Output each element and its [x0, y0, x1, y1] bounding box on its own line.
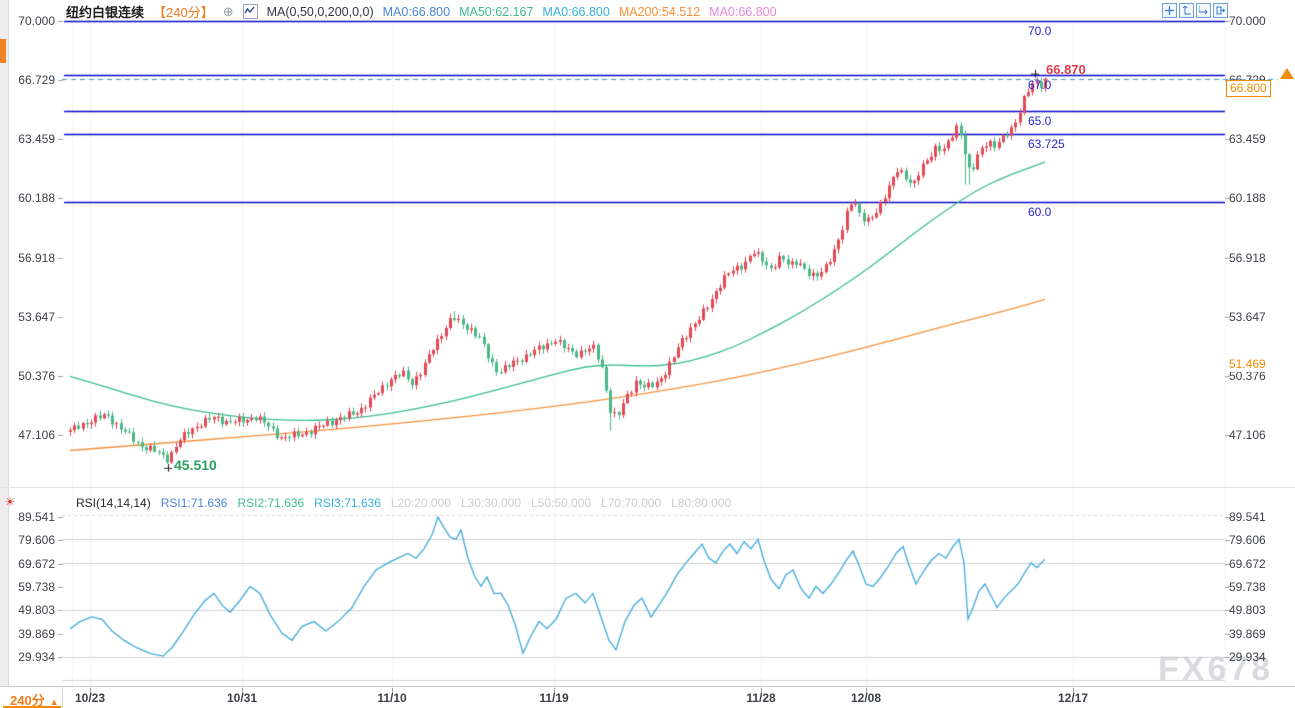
date-tick [554, 688, 555, 693]
price-axis-label-right: 63.459 [1229, 132, 1266, 146]
rsi-l70-label: L70:70.000 [601, 496, 661, 510]
rsi3-value: RSI3:71.636 [314, 496, 381, 510]
symbol-title: 纽约白银连续 [66, 2, 144, 21]
rsi2-value: RSI2:71.636 [237, 496, 304, 510]
date-tick [242, 688, 243, 693]
crosshair-icon[interactable] [1162, 3, 1177, 18]
period-label: 【240分】 [153, 2, 214, 21]
chart-header: 纽约白银连续 【240分】 ⊕ MA(0,50,0,200,0,0) MA0:6… [66, 2, 777, 21]
indicator-icon[interactable] [243, 4, 258, 19]
date-tick [1073, 688, 1074, 693]
ma-settings-label[interactable]: MA(0,50,0,200,0,0) [267, 5, 374, 19]
price-axis-label-left: 60.188 [0, 191, 55, 205]
chart-application: FX678 ☀ 纽约白银连续 【240分】 ⊕ MA(0,50,0,200,0,… [0, 0, 1295, 708]
rsi-axis-label-right: 69.672 [1229, 557, 1266, 571]
scale-right-axis-icon[interactable] [1196, 3, 1211, 18]
rsi-axis-label-left: 39.869 [0, 627, 55, 641]
rsi-axis-label-right: 59.738 [1229, 580, 1266, 594]
price-axis-label-right: 47.106 [1229, 428, 1266, 442]
date-axis-label: 12/17 [1058, 691, 1088, 705]
axis-divider [62, 687, 63, 708]
date-axis-label: 11/19 [539, 691, 568, 705]
rsi-settings-label[interactable]: RSI(14,14,14) [76, 496, 151, 510]
date-axis-label: 11/28 [746, 691, 775, 705]
price-axis-label-left: 53.647 [0, 310, 55, 324]
price-level-label: 63.725 [1028, 137, 1065, 151]
current-price-badge: 66.800 [1226, 80, 1271, 97]
rsi-axis-label-left: 49.803 [0, 603, 55, 617]
ma0c-value: MA0:66.800 [709, 5, 776, 19]
rsi-l80-label: L80:80.000 [671, 496, 731, 510]
rsi-axis-label-left: 29.934 [0, 650, 55, 664]
rsi-axis-label-left: 89.541 [0, 510, 55, 524]
date-axis-label: 12/08 [851, 691, 881, 705]
rsi-l30-label: L30:30.000 [461, 496, 521, 510]
date-tick [392, 688, 393, 693]
rsi-axis-label-left: 69.672 [0, 557, 55, 571]
rsi-header: RSI(14,14,14) RSI1:71.636 RSI2:71.636 RS… [76, 496, 731, 510]
high-price-marker: 66.870 [1046, 62, 1086, 77]
panel-divider [0, 487, 1295, 488]
ma0b-value: MA0:66.800 [542, 5, 609, 19]
price-axis-label-left: 70.000 [0, 14, 55, 28]
price-axis-label-right: 53.647 [1229, 310, 1266, 324]
price-axis-label-left: 66.729 [0, 73, 55, 87]
date-tick [761, 688, 762, 693]
rsi-axis-label-right: 49.803 [1229, 603, 1266, 617]
time-axis-bar: 240分▲ 10/2310/3111/1011/1911/2812/0812/1… [0, 686, 1295, 708]
indicator-settings-icon[interactable]: ☀ [2, 494, 18, 510]
rsi-axis-label-right: 39.869 [1229, 627, 1266, 641]
date-axis-label: 10/23 [75, 691, 105, 705]
price-level-label: 70.0 [1028, 24, 1051, 38]
rsi1-value: RSI1:71.636 [161, 496, 228, 510]
price-axis-label-left: 63.459 [0, 132, 55, 146]
rsi-axis-label-right: 79.606 [1229, 533, 1266, 547]
low-price-marker: 45.510 [174, 457, 217, 473]
rsi-l50-label: L50:50.000 [531, 496, 591, 510]
rsi-axis-label-right: 29.934 [1229, 650, 1266, 664]
rsi-l20-label: L20:20.000 [391, 496, 451, 510]
chart-toolbar [1162, 3, 1228, 18]
rsi-axis-label-left: 59.738 [0, 580, 55, 594]
rsi-axis-label-right: 89.541 [1229, 510, 1266, 524]
ma200-value: MA200:54.512 [619, 5, 700, 19]
price-axis-label-left: 50.376 [0, 369, 55, 383]
price-axis-label-right: 70.000 [1229, 14, 1266, 28]
price-axis-label-left: 56.918 [0, 251, 55, 265]
main-chart-canvas[interactable] [0, 0, 1295, 708]
orange-level-label: 51.469 [1227, 357, 1268, 372]
ma50-value: MA50:62.167 [459, 5, 533, 19]
date-tick [866, 688, 867, 693]
pan-right-icon[interactable] [1213, 3, 1228, 18]
price-level-label: 60.0 [1028, 205, 1051, 219]
price-level-label: 65.0 [1028, 114, 1051, 128]
strip-orange-segment [0, 39, 6, 63]
scale-left-axis-icon[interactable] [1179, 3, 1194, 18]
date-tick [90, 688, 91, 693]
date-axis-label: 11/10 [377, 691, 406, 705]
rsi-axis-label-left: 79.606 [0, 533, 55, 547]
ma0-value: MA0:66.800 [383, 5, 450, 19]
price-axis-label-left: 47.106 [0, 428, 55, 442]
price-axis-label-right: 60.188 [1229, 191, 1266, 205]
date-axis-label: 10/31 [227, 691, 257, 705]
price-level-label: 67.0 [1028, 78, 1051, 92]
link-icon[interactable]: ⊕ [223, 4, 234, 20]
price-axis-label-right: 56.918 [1229, 251, 1266, 265]
price-up-arrow-icon [1280, 68, 1294, 79]
